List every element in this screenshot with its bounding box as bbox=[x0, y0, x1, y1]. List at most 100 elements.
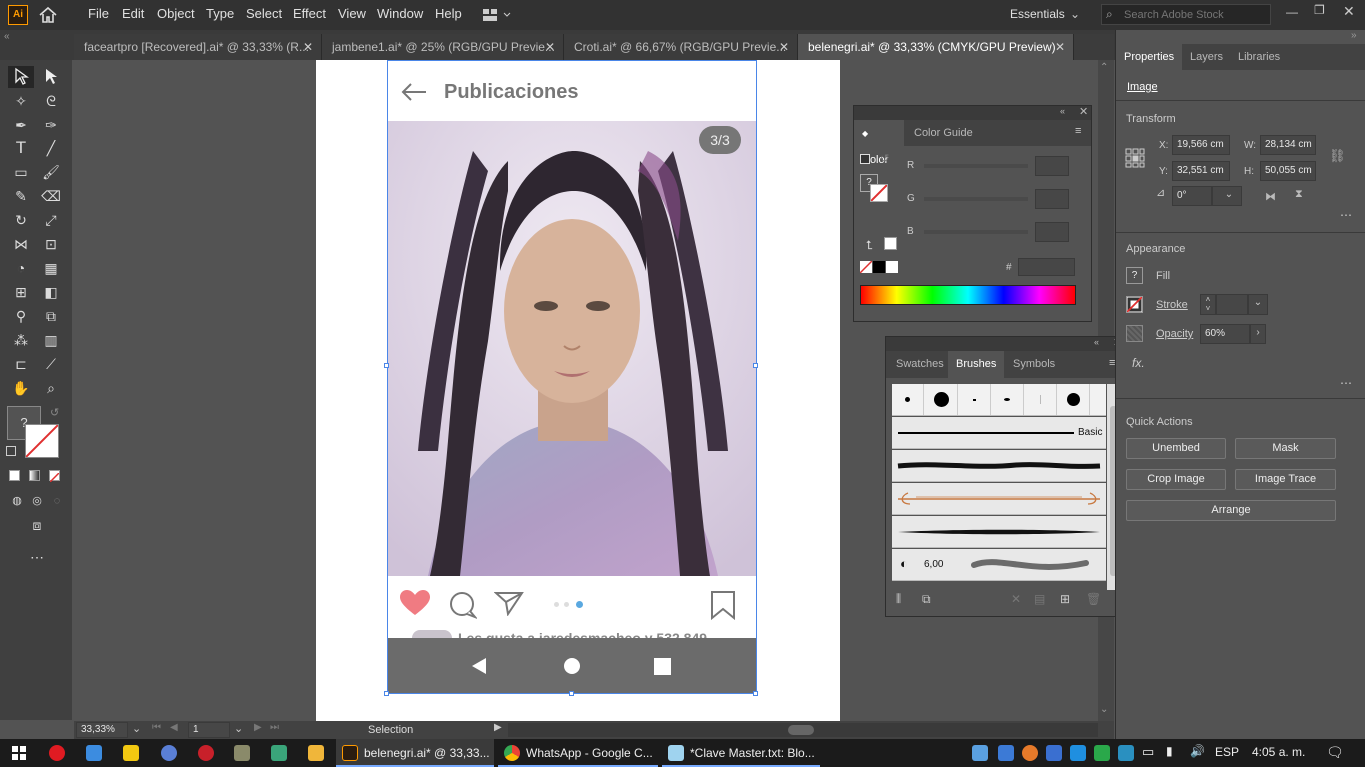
pen-tool-icon[interactable]: ✒ bbox=[10, 115, 32, 135]
reference-point-icon[interactable] bbox=[1125, 148, 1145, 168]
default-fill-stroke-icon[interactable] bbox=[860, 154, 870, 164]
file-explorer-icon[interactable] bbox=[308, 745, 324, 761]
brush-tip[interactable] bbox=[959, 384, 991, 415]
perspective-grid-icon[interactable]: ▦ bbox=[40, 258, 62, 278]
brush-decorative[interactable] bbox=[892, 483, 1106, 515]
tray-icon[interactable] bbox=[998, 745, 1014, 761]
curvature-tool-icon[interactable]: ✑ bbox=[40, 115, 62, 135]
w-field[interactable]: 28,134 cm bbox=[1260, 135, 1316, 155]
new-brush-icon[interactable]: ⊞ bbox=[1060, 592, 1070, 606]
draw-inside-icon[interactable]: ◌ bbox=[46, 491, 68, 511]
scroll-down-icon[interactable]: ⌄ bbox=[1100, 704, 1108, 715]
artboard-tool-icon[interactable]: ⊏ bbox=[10, 354, 32, 374]
menu-effect[interactable]: Effect bbox=[293, 6, 326, 21]
artboard-number-field[interactable]: 1 bbox=[188, 722, 230, 738]
opacity-expand-icon[interactable]: › bbox=[1250, 324, 1266, 344]
sticky-notes-icon[interactable] bbox=[123, 745, 139, 761]
arrange-button[interactable]: Arrange bbox=[1126, 500, 1336, 521]
collapse-left-icon[interactable]: « bbox=[4, 31, 10, 42]
scroll-thumb[interactable] bbox=[788, 725, 814, 735]
collapse-panel-icon[interactable]: « bbox=[1060, 106, 1065, 116]
more-options-icon[interactable]: ⋯ bbox=[1340, 376, 1352, 390]
stroke-swatch[interactable] bbox=[1126, 296, 1143, 313]
taskbar-app-notepad[interactable]: *Clave Master.txt: Blo... bbox=[662, 739, 820, 767]
stock-search[interactable]: ⌕ bbox=[1101, 4, 1271, 25]
zoom-dropdown-icon[interactable]: ⌄ bbox=[132, 722, 141, 735]
line-tool-icon[interactable]: ╱ bbox=[40, 138, 62, 158]
slider-b[interactable] bbox=[924, 230, 1028, 234]
last-artboard-icon[interactable]: ⏭ bbox=[270, 722, 279, 733]
unembed-button[interactable]: Unembed bbox=[1126, 438, 1226, 459]
windows-start-icon[interactable] bbox=[12, 746, 26, 763]
brush-charcoal[interactable] bbox=[892, 450, 1106, 482]
mask-button[interactable]: Mask bbox=[1235, 438, 1336, 459]
brush-tip[interactable] bbox=[1058, 384, 1090, 415]
app-icon[interactable] bbox=[86, 745, 102, 761]
brush-tapered[interactable] bbox=[892, 516, 1106, 548]
constrain-proportions-icon[interactable]: ⛓ bbox=[1329, 148, 1346, 164]
tab-properties[interactable]: Properties bbox=[1116, 44, 1182, 70]
brush-options-icon[interactable]: ◐ bbox=[900, 556, 908, 571]
collapse-panel-icon[interactable]: « bbox=[1094, 337, 1099, 347]
brush-tip[interactable] bbox=[892, 384, 924, 415]
opacity-label[interactable]: Opacity bbox=[1156, 328, 1193, 340]
tab-libraries[interactable]: Libraries bbox=[1230, 44, 1288, 70]
eyedropper-icon[interactable]: ⚲ bbox=[10, 306, 32, 326]
resize-handle[interactable] bbox=[753, 363, 758, 368]
hex-field[interactable] bbox=[1018, 258, 1075, 276]
prev-artboard-icon[interactable]: ◀ bbox=[170, 722, 178, 733]
tab-layers[interactable]: Layers bbox=[1182, 44, 1231, 70]
app-icon[interactable] bbox=[161, 745, 177, 761]
artboard-dropdown-icon[interactable]: ⌄ bbox=[234, 722, 243, 735]
brush-size-row[interactable]: ◐ 6,00 bbox=[892, 549, 1106, 581]
volume-icon[interactable]: 🔊 bbox=[1190, 744, 1205, 758]
restore-icon[interactable]: ❐ bbox=[1314, 3, 1325, 17]
default-colors-icon[interactable] bbox=[6, 446, 16, 456]
stroke-indicator[interactable] bbox=[870, 184, 888, 202]
mesh-tool-icon[interactable]: ⊞ bbox=[10, 282, 32, 302]
y-field[interactable]: 32,551 cm bbox=[1172, 161, 1230, 181]
magic-wand-icon[interactable]: ✧ bbox=[10, 91, 32, 111]
lasso-icon[interactable]: ᘓ bbox=[40, 91, 62, 111]
arrange-documents-icon[interactable] bbox=[483, 8, 511, 22]
brush-tip[interactable] bbox=[992, 384, 1024, 415]
language-indicator[interactable]: ESP bbox=[1215, 745, 1239, 759]
search-input[interactable] bbox=[1124, 6, 1264, 23]
menu-select[interactable]: Select bbox=[246, 6, 282, 21]
resize-handle[interactable] bbox=[569, 691, 574, 696]
panel-menu-icon[interactable]: ≡ bbox=[1075, 125, 1081, 137]
tab-swatches[interactable]: Swatches bbox=[888, 351, 952, 378]
flip-horizontal-icon[interactable]: ⧓ bbox=[1265, 190, 1276, 203]
selection-bounding-box[interactable] bbox=[387, 60, 757, 694]
fx-button[interactable]: fx. bbox=[1132, 356, 1145, 370]
libraries-panel-icon[interactable]: ⧉ bbox=[922, 592, 931, 607]
tray-icon[interactable] bbox=[1046, 745, 1062, 761]
resize-handle[interactable] bbox=[384, 363, 389, 368]
shape-builder-icon[interactable]: ◔ bbox=[10, 258, 32, 278]
pencil-icon[interactable]: ✎ bbox=[10, 186, 32, 206]
next-artboard-icon[interactable]: ▶ bbox=[254, 722, 262, 733]
none-swatch[interactable] bbox=[859, 260, 873, 274]
home-icon[interactable] bbox=[38, 5, 58, 25]
swap-fill-stroke-icon[interactable]: ↺ bbox=[50, 406, 59, 419]
tab-color[interactable]: ◆ Color bbox=[854, 120, 904, 166]
tray-icon[interactable] bbox=[1070, 745, 1086, 761]
screen-mode-icon[interactable]: ⧈ bbox=[26, 515, 48, 535]
tab-symbols[interactable]: Symbols bbox=[1005, 351, 1063, 378]
menu-view[interactable]: View bbox=[338, 6, 366, 21]
blend-tool-icon[interactable]: ⧉ bbox=[40, 306, 62, 326]
menu-type[interactable]: Type bbox=[206, 6, 234, 21]
color-spectrum[interactable] bbox=[860, 285, 1076, 305]
zoom-field[interactable]: 33,33% bbox=[76, 722, 128, 738]
menu-file[interactable]: File bbox=[88, 6, 109, 21]
fill-swatch[interactable]: ? bbox=[1126, 267, 1143, 284]
rotate-field[interactable]: 0° bbox=[1172, 186, 1212, 206]
menu-edit[interactable]: Edit bbox=[122, 6, 144, 21]
menu-object[interactable]: Object bbox=[157, 6, 195, 21]
slider-r[interactable] bbox=[924, 164, 1028, 168]
close-panel-icon[interactable]: ✕ bbox=[1079, 105, 1088, 118]
horizontal-scrollbar[interactable] bbox=[508, 723, 1098, 737]
app-icon[interactable] bbox=[234, 745, 250, 761]
slider-g[interactable] bbox=[924, 197, 1028, 201]
opera-icon[interactable] bbox=[49, 745, 65, 761]
